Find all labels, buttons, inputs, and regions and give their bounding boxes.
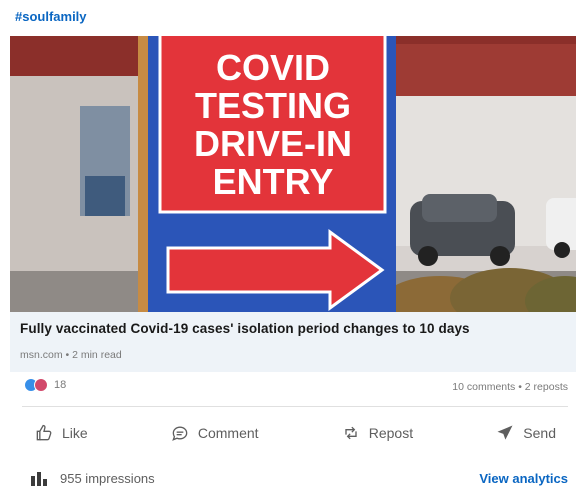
send-icon xyxy=(497,425,513,440)
sign-line-3: DRIVE-IN xyxy=(194,123,352,164)
comments-reposts-count[interactable]: 10 comments • 2 reposts xyxy=(452,381,568,393)
post-hashtag[interactable]: #soulfamily xyxy=(15,9,87,24)
action-bar: Like Comment Repost Send xyxy=(22,418,568,448)
social-counts: 18 10 comments • 2 reposts xyxy=(24,378,568,398)
send-label: Send xyxy=(523,425,556,441)
repost-label: Repost xyxy=(368,425,414,441)
article-meta: msn.com • 2 min read xyxy=(20,349,122,361)
thumbs-up-icon xyxy=(36,424,52,441)
celebrate-icon xyxy=(34,378,48,392)
sign-line-2: TESTING xyxy=(195,85,351,126)
article-title[interactable]: Fully vaccinated Covid-19 cases' isolati… xyxy=(20,321,470,336)
impressions-count: 955 impressions xyxy=(60,470,155,486)
comment-label: Comment xyxy=(197,425,259,441)
like-label: Like xyxy=(62,425,88,441)
view-analytics-link[interactable]: View analytics xyxy=(479,471,568,486)
article-image[interactable]: COVID TESTING DRIVE-IN ENTRY xyxy=(10,36,576,312)
article-link-card[interactable]: Fully vaccinated Covid-19 cases' isolati… xyxy=(10,312,576,372)
like-button[interactable]: Like xyxy=(22,418,100,448)
sign-line-1: COVID xyxy=(216,47,330,88)
send-button[interactable]: Send xyxy=(483,418,568,448)
bar-chart-icon xyxy=(31,472,47,486)
divider xyxy=(22,406,568,407)
sign-line-4: ENTRY xyxy=(213,161,334,202)
reaction-count: 18 xyxy=(54,379,67,391)
reactions-summary[interactable]: 18 xyxy=(24,378,66,392)
repost-icon xyxy=(345,426,357,440)
impressions: 955 impressions xyxy=(30,470,155,486)
post-footer: 955 impressions View analytics xyxy=(30,470,568,490)
comment-button[interactable]: Comment xyxy=(158,418,271,448)
comment-icon xyxy=(172,426,188,441)
repost-button[interactable]: Repost xyxy=(329,418,425,448)
